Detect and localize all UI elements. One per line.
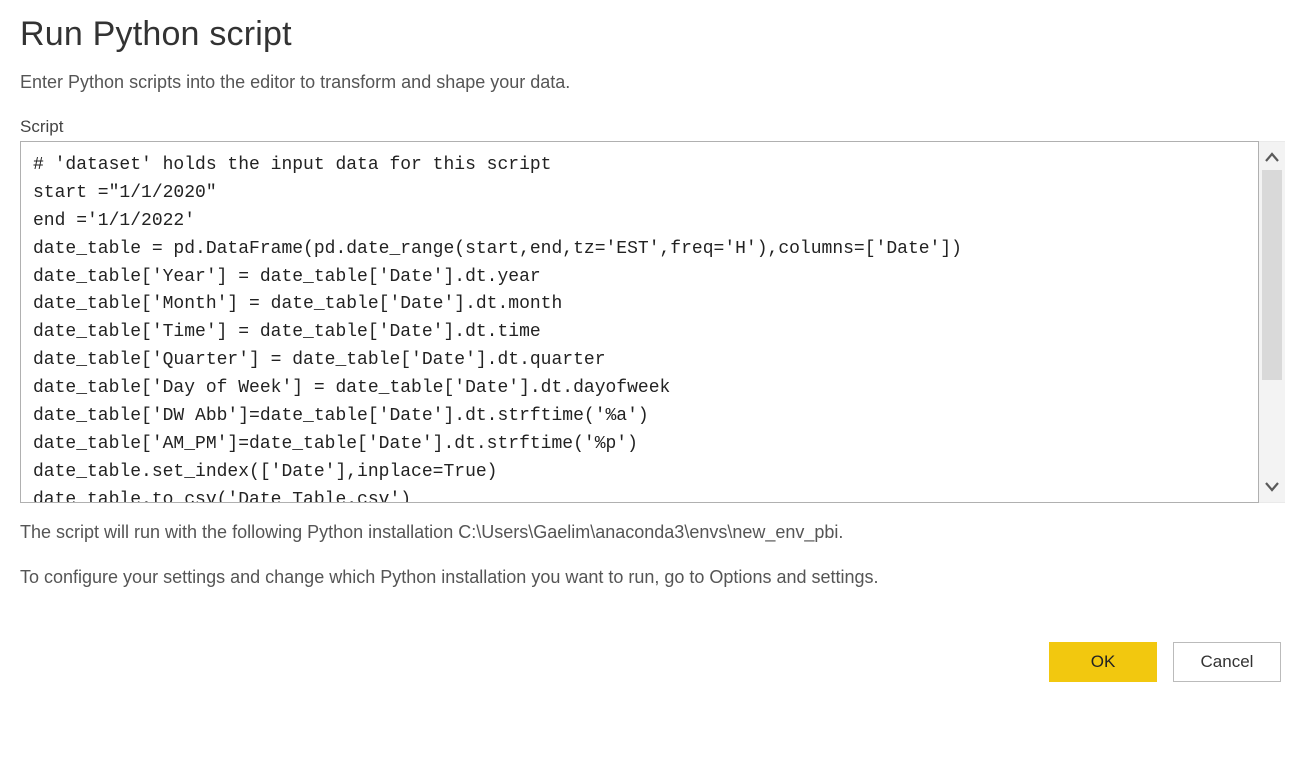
dialog-button-row: OK Cancel <box>20 642 1285 682</box>
dialog-title: Run Python script <box>20 15 1285 54</box>
scrollbar-vertical[interactable] <box>1259 141 1285 503</box>
cancel-button[interactable]: Cancel <box>1173 642 1281 682</box>
configure-info: To configure your settings and change wh… <box>20 562 1285 593</box>
scroll-down-icon[interactable] <box>1263 478 1281 496</box>
run-python-script-dialog: Run Python script Enter Python scripts i… <box>0 0 1305 702</box>
script-editor-wrap: # 'dataset' holds the input data for thi… <box>20 141 1285 503</box>
scroll-up-icon[interactable] <box>1263 148 1281 166</box>
ok-button[interactable]: OK <box>1049 642 1157 682</box>
scroll-thumb[interactable] <box>1262 170 1282 380</box>
dialog-subtitle: Enter Python scripts into the editor to … <box>20 72 1285 93</box>
script-label: Script <box>20 117 1285 137</box>
python-install-info: The script will run with the following P… <box>20 517 1285 548</box>
script-editor[interactable]: # 'dataset' holds the input data for thi… <box>20 141 1259 503</box>
